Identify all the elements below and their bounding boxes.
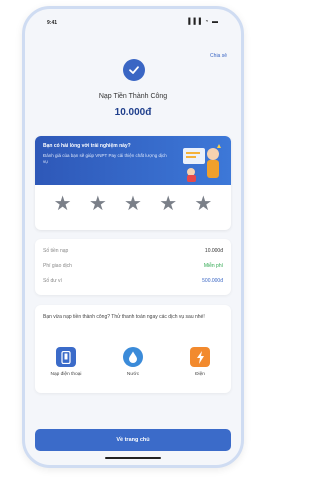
service-water[interactable]: Nước [108, 347, 158, 377]
star-icon[interactable]: ★ [54, 194, 72, 214]
service-label: Nạp điện thoại [50, 372, 82, 377]
feedback-illustration-icon [183, 144, 221, 182]
result-amount: 10.000đ [114, 107, 152, 118]
star-icon[interactable]: ★ [159, 194, 177, 214]
share-link[interactable]: Chia sẻ [210, 53, 227, 59]
detail-row-balance: Số dư ví 500.000đ [43, 278, 223, 284]
star-icon[interactable]: ★ [89, 194, 107, 214]
survey-banner: Bạn có hài lòng với trải nghiệm này? Đán… [35, 136, 231, 185]
transaction-details: Số tiền nạp 10.000đ Phí giao dịch Miễn p… [35, 239, 231, 295]
service-label: Nước [126, 372, 140, 377]
detail-value: 500.000đ [202, 278, 223, 284]
star-icon[interactable]: ★ [124, 194, 142, 214]
status-bar: 9:41 ▐▐▐ ◔ ▬ [25, 9, 241, 35]
detail-value: 10.000đ [204, 248, 223, 254]
suggested-services: Bạn vừa nạp tiền thành công? Thử thanh t… [35, 305, 231, 393]
survey-card: Bạn có hài lòng với trải nghiệm này? Đán… [35, 136, 231, 230]
detail-row-fee: Phí giao dịch Miễn phí [43, 263, 223, 269]
phone-frame: 9:41 ▐▐▐ ◔ ▬ Chia sẻ Nạp Tiền Thành Công… [22, 6, 244, 468]
detail-row-amount: Số tiền nạp 10.000đ [43, 248, 223, 254]
detail-label: Phí giao dịch [43, 263, 72, 269]
detail-label: Số tiền nạp [43, 248, 69, 254]
star-icon[interactable]: ★ [194, 194, 212, 214]
home-indicator [105, 457, 161, 459]
survey-question: Bạn có hài lòng với trải nghiệm này? [43, 143, 131, 149]
service-electricity[interactable]: Điện [175, 347, 225, 377]
status-time: 9:41 [47, 20, 58, 26]
phone-topup-icon [56, 347, 76, 367]
detail-value: Miễn phí [203, 263, 223, 269]
signal-wifi-battery-icon: ▐▐▐ ◔ ▬ [186, 19, 219, 25]
home-button[interactable]: Về trang chủ [35, 429, 231, 451]
water-drop-icon [123, 347, 143, 367]
result-title: Nạp Tiền Thành Công [98, 93, 168, 100]
services-prompt: Bạn vừa nạp tiền thành công? Thử thanh t… [43, 314, 205, 320]
detail-label: Số dư ví [43, 278, 62, 284]
lightning-icon [190, 347, 210, 367]
service-phone-topup[interactable]: Nạp điện thoại [41, 347, 91, 377]
rating-stars: ★ ★ ★ ★ ★ [35, 194, 231, 214]
success-check-icon [123, 59, 145, 81]
service-label: Điện [195, 372, 205, 377]
survey-description: Đánh giá của bạn sẽ giúp VNPT Pay cải th… [43, 153, 167, 164]
